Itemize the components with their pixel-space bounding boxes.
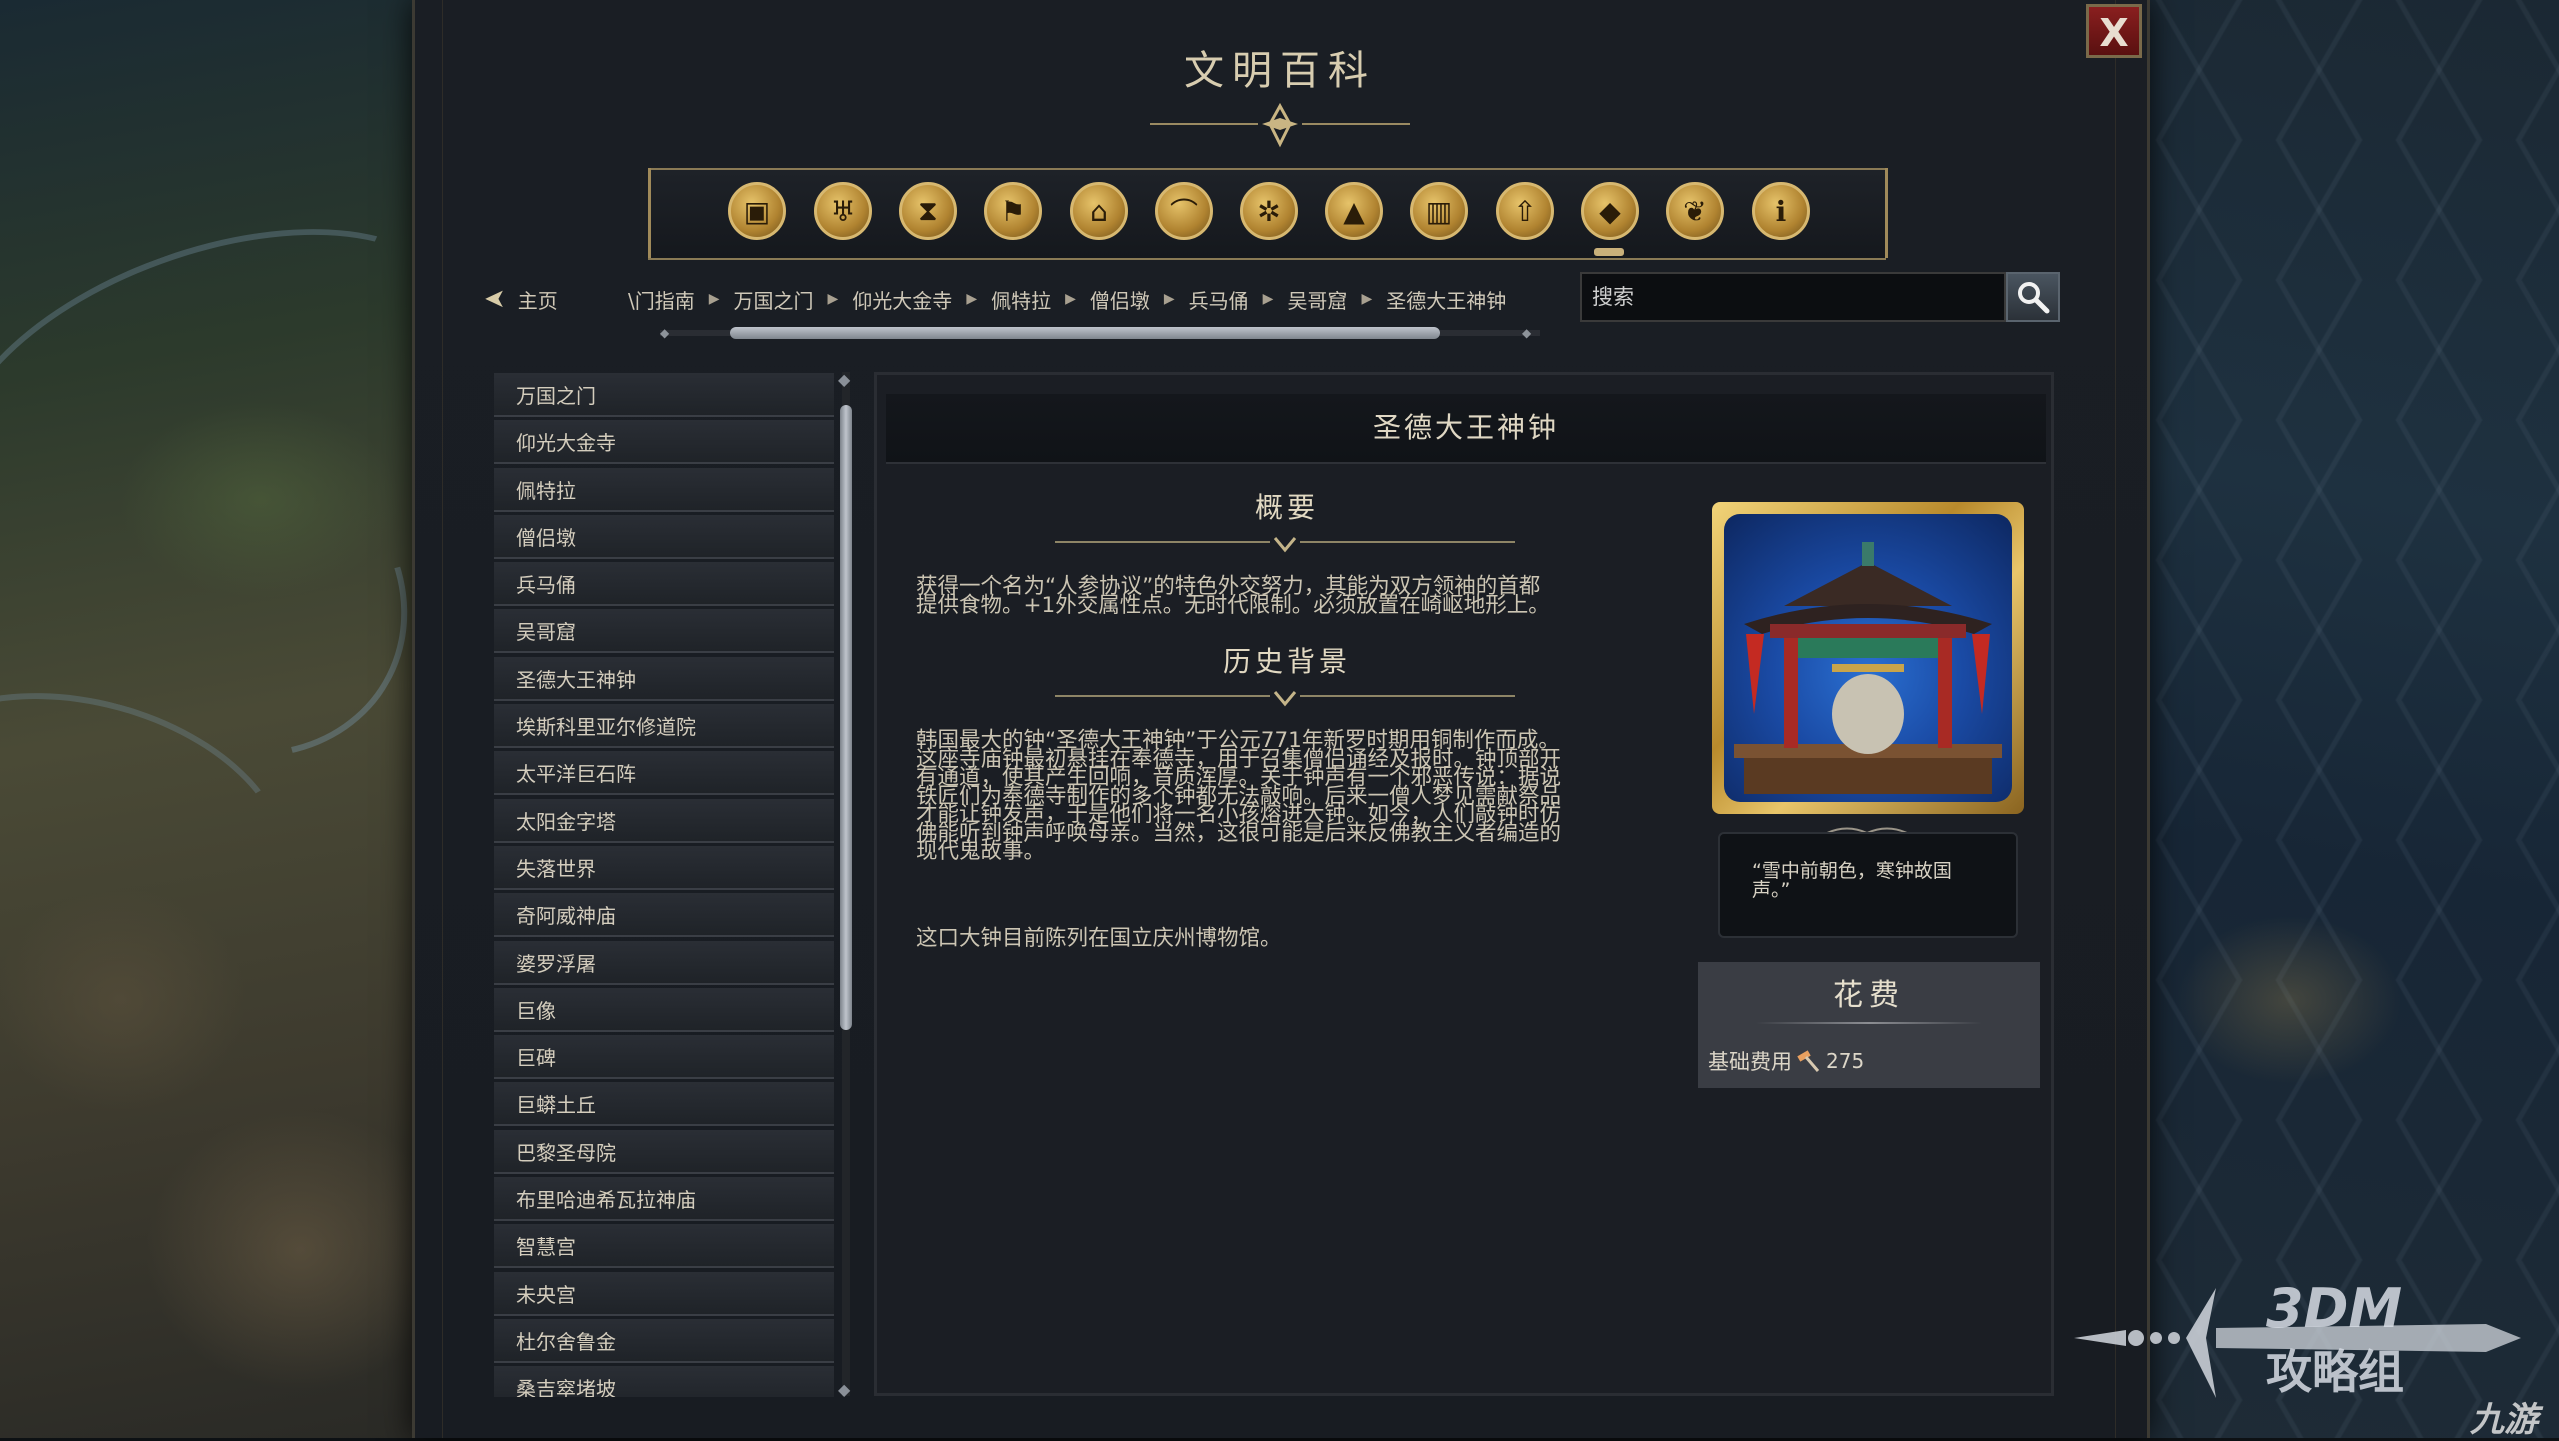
list-item[interactable]: 佩特拉 (494, 467, 834, 512)
breadcrumb-item[interactable]: \门指南 (628, 285, 695, 314)
watermark-site: 九游 (2470, 1400, 2538, 1440)
list-item[interactable]: 巨蟒土丘 (494, 1082, 834, 1127)
breadcrumb-separator-icon: ▶ (1065, 291, 1076, 307)
list-item[interactable]: 婆罗浮屠 (494, 940, 834, 985)
list-item[interactable]: 失落世界 (494, 845, 834, 890)
article-title: 圣德大王神钟 (886, 394, 2046, 464)
cost-divider (1756, 1022, 1982, 1024)
breadcrumb-item[interactable]: 吴哥窟 (1287, 285, 1347, 314)
breadcrumb: \门指南 ▶ 万国之门 ▶ 仰光大金寺 ▶ 佩特拉 ▶ 僧侣墩 ▶ 兵马俑 ▶ … (628, 282, 1506, 316)
list-item[interactable]: 埃斯科里亚尔修道院 (494, 704, 834, 749)
back-arrow-icon: ➤ (484, 284, 506, 314)
scroll-left-icon[interactable]: ◆ (660, 327, 674, 339)
breadcrumb-separator-icon: ▶ (1163, 291, 1175, 307)
close-button[interactable]: X (2086, 4, 2142, 58)
cost-value: 275 (1826, 1049, 1865, 1073)
list-item[interactable]: 太平洋巨石阵 (494, 751, 834, 796)
history-heading: 历史背景 (1222, 645, 1351, 678)
category-mountain-icon[interactable]: ▲ (1325, 182, 1383, 240)
map-background-left (0, 0, 503, 1438)
list-item[interactable]: 奇阿威神庙 (494, 893, 834, 938)
breadcrumb-item[interactable]: 佩特拉 (991, 285, 1051, 314)
hex-grid-overlay (2139, 0, 2559, 1438)
breadcrumb-item[interactable]: 仰光大金寺 (852, 285, 952, 314)
scroll-right-icon[interactable]: ◆ (1522, 327, 1536, 339)
breadcrumb-item[interactable]: 兵马俑 (1189, 285, 1249, 314)
history-extra-text: 这口大钟目前陈列在国立庆州博物馆。 (916, 926, 1282, 951)
breadcrumb-item-current[interactable]: 圣德大王神钟 (1386, 285, 1506, 314)
category-landscape-icon[interactable]: ⌒ (1155, 182, 1213, 240)
home-button[interactable]: ➤ 主页 (484, 282, 558, 316)
breadcrumb-separator-icon: ▶ (1361, 291, 1373, 307)
list-item[interactable]: 僧侣墩 (494, 514, 834, 559)
overview-text: 获得一个名为“人参协议”的特色外交努力，其能为双方领袖的首都 提供食物。+1外交… (916, 576, 1638, 618)
list-scrollbar-thumb[interactable] (840, 405, 852, 1030)
list-item[interactable]: 万国之门 (494, 373, 834, 417)
breadcrumb-separator-icon: ▶ (1262, 291, 1274, 307)
watermark-brand: 3DM (2266, 1277, 2403, 1340)
breadcrumb-item[interactable]: 万国之门 (734, 285, 814, 314)
toolbar-right-cap (1868, 168, 1888, 258)
category-temple-icon[interactable]: ⌂ (1070, 182, 1128, 240)
category-wonders-box-icon[interactable]: ▣ (728, 182, 786, 240)
cost-heading: 花费 (1833, 978, 1905, 1013)
list-item[interactable]: 巨像 (494, 987, 834, 1032)
list-item[interactable]: 巨碑 (494, 1035, 834, 1080)
breadcrumb-separator-icon: ▶ (966, 291, 978, 307)
category-atom-icon[interactable]: ✲ (1240, 182, 1298, 240)
list-item[interactable]: 仰光大金寺 (494, 420, 834, 465)
category-city-icon[interactable]: ▥ (1410, 182, 1468, 240)
list-item[interactable]: 未央宫 (494, 1271, 834, 1316)
category-flag-icon[interactable]: ⚑ (984, 182, 1042, 240)
list-item[interactable]: 吴哥窟 (494, 609, 834, 654)
list-item[interactable]: 兵马俑 (494, 562, 834, 607)
category-pyramid-icon[interactable]: ◆ (1581, 182, 1639, 240)
breadcrumb-separator-icon: ▶ (827, 291, 839, 307)
bell-pavilion-image (1724, 514, 2012, 802)
history-text: 韩国最大的钟“圣德大王神钟”于公元771年新罗时期用铜制作而成。 这座寺庙钟最初… (916, 730, 1638, 864)
overview-heading: 概要 (1254, 491, 1319, 524)
history-ornament (1055, 691, 1515, 707)
list-item[interactable]: 巴黎圣母院 (494, 1129, 834, 1174)
list-item[interactable]: 杜尔舍鲁金 (494, 1318, 834, 1363)
quote-box: “雪中前朝色，寒钟故国 声。” (1718, 832, 2018, 938)
category-arrow-up-icon[interactable]: ⇧ (1496, 182, 1554, 240)
search-icon (2018, 282, 2050, 314)
list-item[interactable]: 桑吉窣堵坡 (494, 1366, 834, 1397)
wonder-portrait-frame (1712, 502, 2024, 814)
list-item[interactable]: 智慧宫 (494, 1224, 834, 1269)
cost-row: 基础费用 275 (1708, 1046, 1864, 1076)
active-category-indicator (1594, 248, 1624, 256)
category-hourglass-icon[interactable]: ⧗ (899, 182, 957, 240)
quote-line: 声。” (1752, 879, 1791, 901)
page-title: 文明百科 (1184, 48, 1376, 94)
category-info-icon[interactable]: ℹ (1752, 182, 1810, 240)
toolbar-left-cap (648, 168, 668, 258)
breadcrumb-scrollbar-thumb[interactable] (730, 327, 1440, 339)
title-ornament (1150, 102, 1410, 148)
list-item[interactable]: 布里哈迪希瓦拉神庙 (494, 1177, 834, 1222)
cost-label: 基础费用 (1708, 1050, 1792, 1074)
hammer-icon (1797, 1050, 1820, 1072)
category-goblet-icon[interactable]: ♅ (814, 182, 872, 240)
watermark-team: 攻略组 (2266, 1345, 2404, 1399)
list-item-selected[interactable]: 圣德大王神钟 (494, 656, 834, 701)
overview-line: 提供食物。+1外交属性点。无时代限制。必须放置在崎岖地形上。 (916, 592, 1550, 618)
category-dove-icon[interactable]: ❦ (1666, 182, 1724, 240)
search-button[interactable] (2006, 272, 2060, 322)
entry-list: 万国之门 仰光大金寺 佩特拉 僧侣墩 兵马俑 吴哥窟 圣德大王神钟 埃斯科里亚尔… (494, 373, 834, 1397)
breadcrumb-separator-icon: ▶ (708, 291, 720, 307)
list-item[interactable]: 太阳金字塔 (494, 798, 834, 843)
list-scroll-up-icon[interactable]: ◆ (838, 370, 850, 389)
search-input[interactable] (1580, 272, 2006, 322)
breadcrumb-item[interactable]: 僧侣墩 (1090, 285, 1150, 314)
list-scroll-down-icon[interactable]: ◆ (838, 1380, 850, 1399)
history-line: 现代鬼故事。 (916, 839, 1046, 864)
overview-ornament (1055, 537, 1515, 553)
home-label: 主页 (517, 288, 558, 313)
